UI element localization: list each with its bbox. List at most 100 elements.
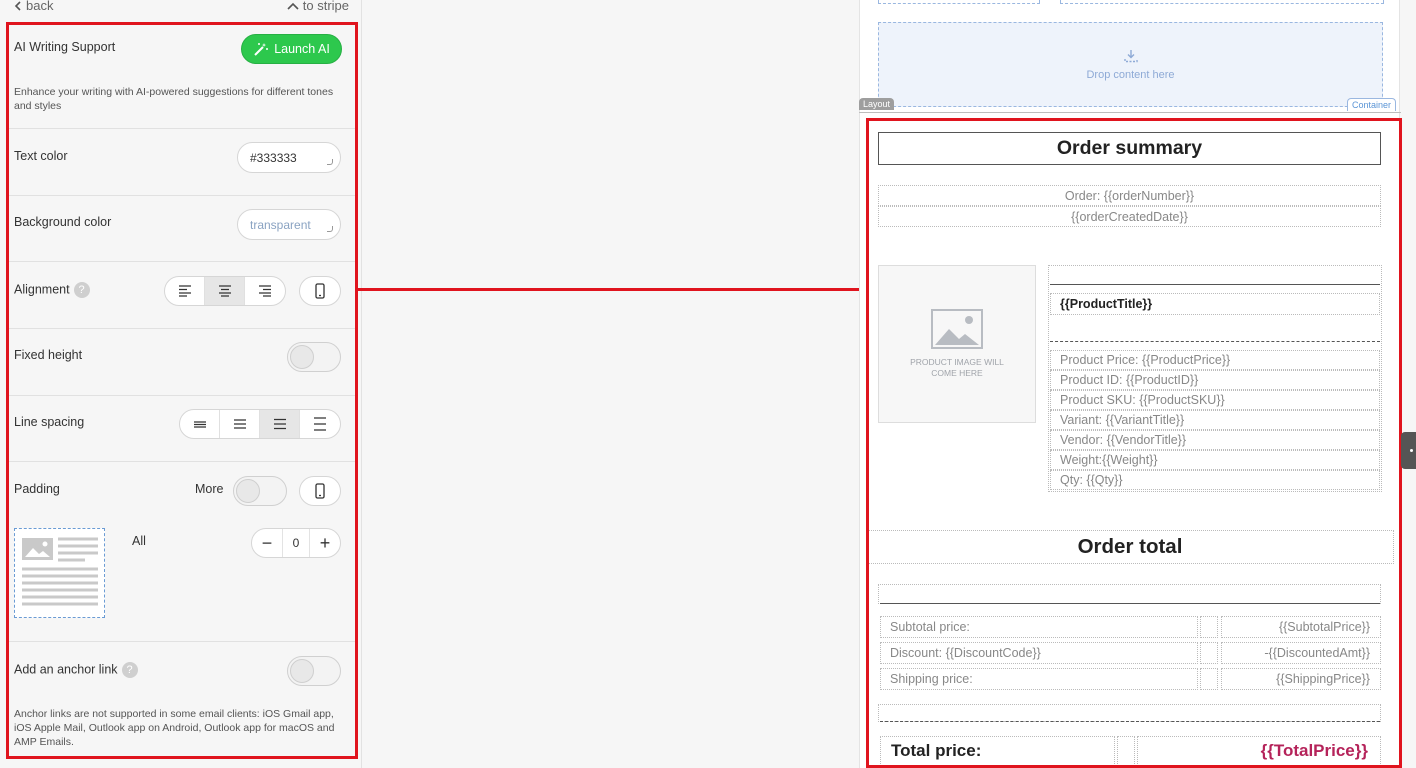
alignment-selector (164, 276, 286, 306)
padding-decrease-button[interactable]: − (252, 529, 282, 557)
settings-panel: back to stripe AI Writing Support Enhanc… (0, 0, 362, 768)
padding-value[interactable]: 0 (282, 529, 310, 557)
help-icon[interactable]: ? (73, 282, 90, 298)
spacer-cell (1200, 616, 1218, 638)
order-date[interactable]: {{orderCreatedDate}} (878, 206, 1381, 227)
dropzone-remnant (1060, 0, 1384, 4)
dropzone-remnant (878, 0, 1040, 4)
anchor-label-wrap: Add an anchor link? (14, 662, 138, 678)
total-row-label[interactable]: Subtotal price: (880, 616, 1198, 638)
total-row-label[interactable]: Discount: {{DiscountCode}} (880, 642, 1198, 664)
to-stripe-link[interactable]: to stripe (287, 0, 349, 13)
mobile-icon (315, 483, 325, 499)
total-price-label[interactable]: Total price: (880, 736, 1115, 766)
divider-line (880, 603, 1380, 604)
ai-writing-label: AI Writing Support (14, 40, 116, 54)
product-field[interactable]: Product ID: {{ProductID}} (1050, 370, 1380, 390)
line-spacing-2-button[interactable] (220, 410, 260, 438)
padding-stepper: − 0 + (251, 528, 341, 558)
drop-content-label: Drop content here (1086, 68, 1175, 81)
chevron-up-icon (287, 2, 299, 10)
product-field[interactable]: Variant: {{VariantTitle}} (1050, 410, 1380, 430)
layout-tag[interactable]: Layout (859, 98, 895, 110)
mobile-padding-button[interactable] (299, 476, 341, 506)
align-left-button[interactable] (165, 277, 205, 305)
total-price-value[interactable]: {{TotalPrice}} (1137, 736, 1381, 766)
side-panel-handle[interactable] (1401, 432, 1416, 469)
background-color-input[interactable]: transparent (237, 209, 341, 240)
total-row-label[interactable]: Shipping price: (880, 668, 1198, 690)
anchor-link-toggle[interactable] (287, 656, 341, 686)
align-right-icon (259, 285, 271, 297)
product-image-placeholder[interactable]: PRODUCT IMAGE WILL COME HERE (878, 265, 1036, 423)
text-color-input[interactable]: #333333 (237, 142, 341, 173)
product-field[interactable]: Qty: {{Qty}} (1050, 470, 1380, 490)
order-total-title[interactable]: Order total (866, 530, 1394, 564)
product-title[interactable]: {{ProductTitle}} (1050, 293, 1380, 315)
align-center-icon (218, 285, 231, 297)
align-left-icon (178, 285, 191, 297)
spacer-cell (1200, 642, 1218, 664)
align-center-button[interactable] (205, 277, 245, 305)
order-summary-title[interactable]: Order summary (878, 132, 1381, 165)
line-spacing-loose-icon (314, 417, 326, 431)
line-spacing-selector (179, 409, 341, 439)
fixed-height-toggle[interactable] (287, 342, 341, 372)
image-placeholder-icon (931, 309, 983, 349)
padding-all-label: All (132, 534, 146, 548)
padding-label: Padding (14, 482, 60, 496)
product-field[interactable]: Weight:{{Weight}} (1050, 450, 1380, 470)
launch-ai-button[interactable]: Launch AI (241, 34, 342, 64)
back-label: back (26, 0, 54, 13)
spacer-cell (878, 584, 1381, 604)
product-field[interactable]: Vendor: {{VendorTitle}} (1050, 430, 1380, 450)
resize-corner-icon (327, 159, 333, 165)
mobile-icon (315, 283, 325, 299)
chevron-left-icon (14, 0, 21, 11)
text-color-value: #333333 (250, 150, 297, 165)
line-spacing-4-button[interactable] (300, 410, 340, 438)
background-color-label: Background color (14, 215, 112, 229)
line-spacing-tight-icon (193, 421, 206, 428)
launch-ai-label: Launch AI (274, 42, 330, 56)
product-field[interactable]: Product Price: {{ProductPrice}} (1050, 350, 1380, 370)
product-field[interactable]: Product SKU: {{ProductSKU}} (1050, 390, 1380, 410)
anchor-link-note: Anchor links are not supported in some e… (14, 708, 335, 748)
padding-preview (14, 528, 105, 618)
text-image-preview-icon (22, 537, 98, 606)
line-spacing-normal-icon (233, 419, 246, 429)
total-row-value[interactable]: -{{DiscountedAmt}} (1221, 642, 1381, 664)
drop-content-zone[interactable]: Drop content here (878, 22, 1383, 107)
align-right-button[interactable] (245, 277, 285, 305)
alignment-label-wrap: Alignment? (14, 282, 90, 298)
product-image-text: PRODUCT IMAGE WILL COME HERE (910, 357, 1004, 378)
line-spacing-label: Line spacing (14, 415, 85, 429)
mobile-alignment-button[interactable] (299, 276, 341, 306)
back-link[interactable]: back (14, 0, 53, 13)
layout-border (859, 112, 1401, 113)
padding-increase-button[interactable]: + (310, 529, 340, 557)
text-color-label: Text color (14, 149, 68, 163)
background-color-value: transparent (250, 217, 311, 232)
padding-more-toggle[interactable] (233, 476, 287, 506)
dashed-divider (880, 721, 1380, 722)
anchor-link-label: Add an anchor link (14, 662, 118, 677)
total-row-value[interactable]: {{ShippingPrice}} (1221, 668, 1381, 690)
magic-wand-icon (254, 43, 269, 56)
order-number[interactable]: Order: {{orderNumber}} (878, 185, 1381, 206)
resize-corner-icon (327, 226, 333, 232)
to-stripe-label: to stripe (302, 0, 349, 13)
help-icon[interactable]: ? (121, 662, 138, 678)
total-row-value[interactable]: {{SubtotalPrice}} (1221, 616, 1381, 638)
panel-topbar: back to stripe (0, 0, 361, 14)
spacer-cell (1200, 668, 1218, 690)
line-spacing-relaxed-icon (273, 418, 286, 430)
alignment-label: Alignment (14, 282, 70, 297)
connector-line (358, 288, 869, 291)
download-icon (1123, 49, 1138, 62)
line-spacing-1-button[interactable] (180, 410, 220, 438)
spacer-cell (878, 704, 1381, 722)
line-spacing-3-button[interactable] (260, 410, 300, 438)
spacer-cell (1117, 736, 1135, 766)
container-tag[interactable]: Container (1347, 98, 1397, 111)
